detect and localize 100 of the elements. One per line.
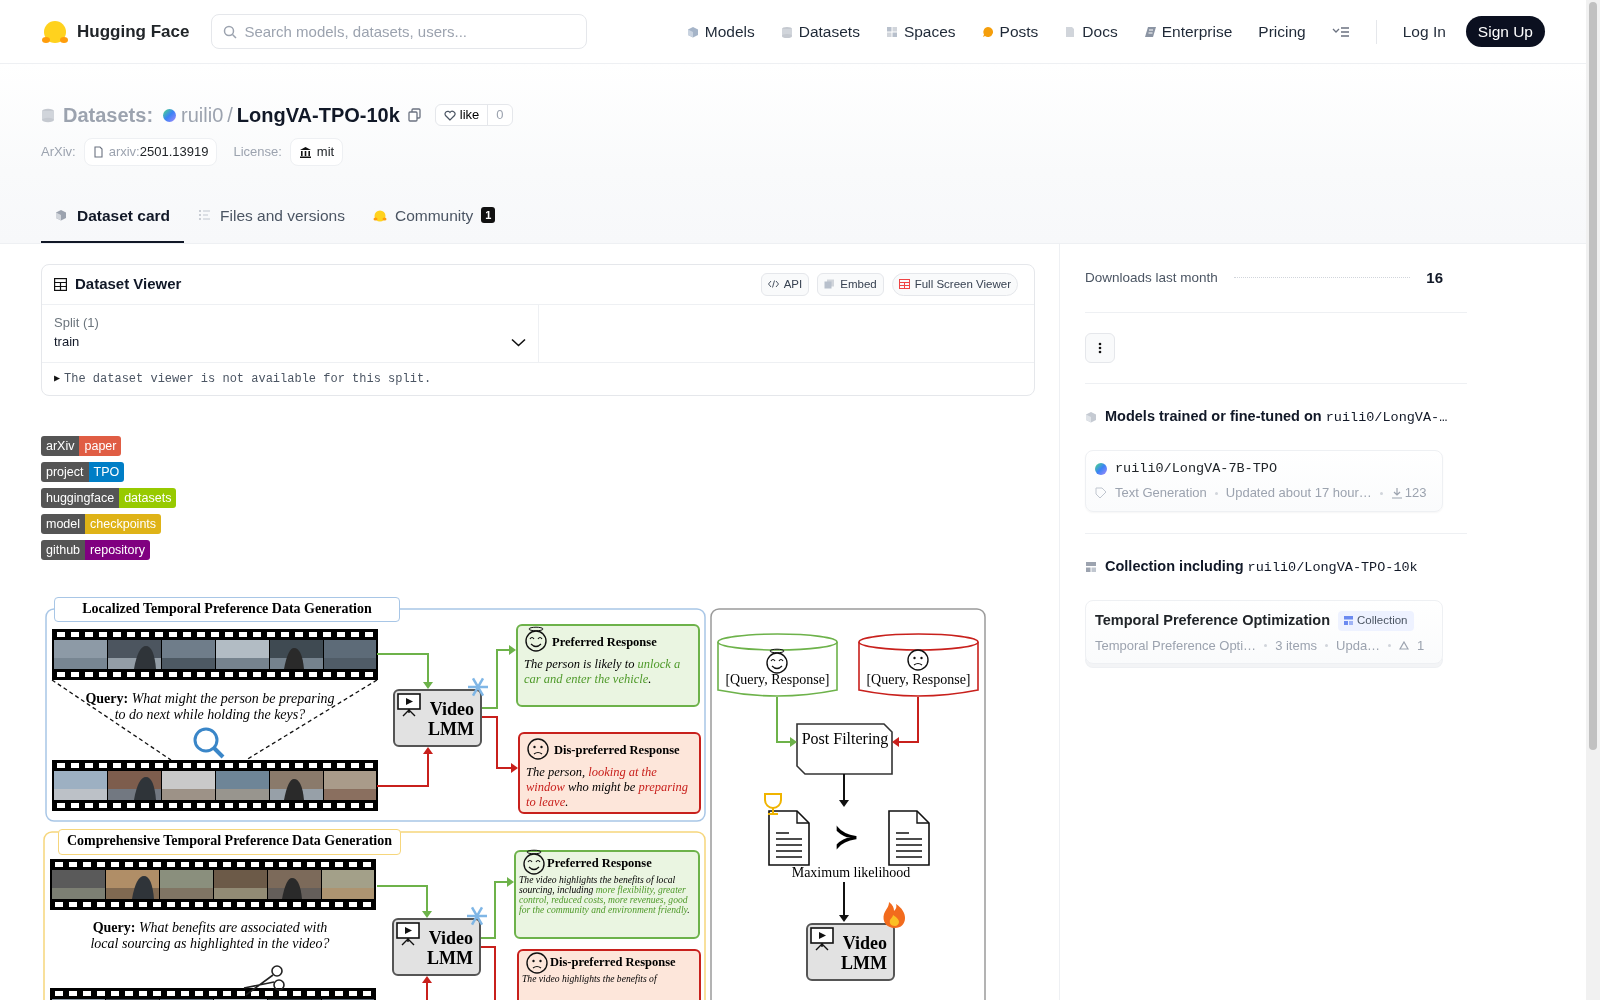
presentation-icon xyxy=(396,921,420,946)
document-icon xyxy=(92,145,104,158)
process-label: Post Filtering xyxy=(801,729,889,749)
avatar-icon xyxy=(163,108,177,122)
presentation-icon xyxy=(397,692,421,717)
list-icon xyxy=(198,208,213,222)
signup-button[interactable]: Sign Up xyxy=(1465,15,1545,48)
viewer-button[interactable]: Embed xyxy=(817,272,884,296)
magnifier-icon xyxy=(193,727,225,759)
upvote-count: 1 xyxy=(1417,636,1425,655)
section-title: Localized Temporal Preference Data Generation xyxy=(54,596,400,622)
arrow xyxy=(376,884,432,918)
downloads-label: Downloads last month xyxy=(1085,268,1218,287)
store-label: [Query, Response] xyxy=(724,672,831,687)
logo-text[interactable]: Hugging Face xyxy=(77,18,190,45)
nav-link[interactable]: Spaces xyxy=(885,19,956,44)
model-name: ruili0/LongVA-7B-TPO xyxy=(1115,460,1278,478)
section-heading: Collection including ruili0/LongVA-TPO-10k xyxy=(1105,556,1418,577)
tab[interactable]: Community 1 xyxy=(358,193,510,243)
scrollbar[interactable] xyxy=(1586,0,1600,1000)
fire-icon xyxy=(883,901,905,928)
snowflake-icon xyxy=(467,906,487,926)
copy-icon xyxy=(824,279,836,290)
collection-badge: Collection xyxy=(1338,611,1414,631)
nav-link[interactable]: Pricing xyxy=(1258,19,1306,44)
document-icon xyxy=(768,809,810,866)
arrow xyxy=(839,880,849,922)
search-field[interactable]: Search models, datasets, users... xyxy=(211,14,588,49)
like-button[interactable]: like 0 xyxy=(434,104,513,126)
repo-name[interactable]: LongVA-TPO-10k xyxy=(236,100,400,130)
smiley-icon xyxy=(766,648,788,674)
arxiv-label: ArXiv: xyxy=(41,143,76,161)
model-box: Video LMM xyxy=(393,688,482,747)
tag-icon xyxy=(1095,487,1107,499)
arxiv-tag[interactable]: arxiv:2501.13919 xyxy=(83,138,218,166)
response-title: Dis-preferred Response xyxy=(554,742,680,760)
scissors-icon xyxy=(243,964,285,996)
arrow xyxy=(376,746,433,787)
viewer-button[interactable]: Full Screen Viewer xyxy=(891,272,1018,296)
snowflake-icon xyxy=(468,677,488,697)
trophy-icon xyxy=(764,792,782,815)
license-label: License: xyxy=(233,143,282,161)
viewer-title: Dataset Viewer xyxy=(75,274,182,294)
model-box: Video LMM xyxy=(392,917,481,976)
database-icon xyxy=(41,107,55,123)
table-icon xyxy=(898,279,910,290)
response-title: Preferred Response xyxy=(547,855,652,873)
repo-type-label: Datasets: xyxy=(63,103,154,128)
smiley-icon xyxy=(523,849,545,875)
collection-icon xyxy=(1344,616,1353,626)
worried-face-icon xyxy=(526,952,548,974)
document-icon xyxy=(1064,25,1077,38)
avatar-icon xyxy=(1095,463,1107,476)
license-tag[interactable]: mit xyxy=(289,138,344,166)
nav-link[interactable]: Enterprise xyxy=(1143,19,1233,44)
tab[interactable]: Files and versions xyxy=(184,193,359,243)
model-card[interactable]: ruili0/LongVA-7B-TPO Text Generation Updated about 17 hour… 123 xyxy=(1085,450,1443,512)
copy-icon xyxy=(407,108,421,122)
response-text: The person, looking at the window who might be preparing to leave. xyxy=(526,764,690,810)
path-separator: / xyxy=(227,103,233,128)
heart-icon xyxy=(443,109,456,121)
response-text: The person is likely to unlock a car and enter the vehicle. xyxy=(524,656,682,687)
nav-link[interactable]: Models xyxy=(686,19,755,44)
badge-icon xyxy=(1143,25,1156,38)
items-count: 3 items xyxy=(1275,636,1318,655)
viewer-button[interactable]: API xyxy=(760,272,810,296)
cube-icon xyxy=(686,25,699,38)
arrow xyxy=(892,695,919,747)
nav-link[interactable]: Posts xyxy=(981,19,1039,44)
store-label: [Query, Response] xyxy=(865,672,972,687)
collection-icon xyxy=(1085,560,1097,573)
cube-icon xyxy=(1085,410,1097,423)
nav-link[interactable]: Docs xyxy=(1064,19,1118,44)
cube-icon xyxy=(55,208,69,222)
collection-description: Temporal Preference Opti… xyxy=(1095,636,1257,655)
more-options-button[interactable] xyxy=(1085,332,1115,363)
section-heading: Models trained or fine-tuned on ruili0/LongVA-… xyxy=(1105,406,1448,427)
emoji-icon xyxy=(372,208,387,222)
response-text: The video highlights the benefits of xyxy=(522,973,659,984)
notice-text: The dataset viewer is not available for this split. xyxy=(64,370,432,388)
tab[interactable]: Dataset card xyxy=(41,193,185,243)
downloads-count: 16 xyxy=(1426,267,1443,288)
more-icon xyxy=(1098,341,1102,354)
arrow xyxy=(422,975,432,1000)
database-icon xyxy=(780,25,793,38)
expand-toggle[interactable]: ▶ xyxy=(54,371,61,387)
nav-link[interactable]: Datasets xyxy=(780,19,860,44)
split-select[interactable]: Split (1) train xyxy=(42,304,539,362)
arrow xyxy=(839,772,849,807)
upvote-icon xyxy=(1399,641,1410,650)
grid-icon xyxy=(885,25,898,38)
code-icon xyxy=(767,279,779,290)
collection-card[interactable]: Temporal Preference Optimization Collection Temporal Preference Opti… 3 items Upda… 1 xyxy=(1085,600,1443,665)
login-link[interactable]: Log In xyxy=(1402,19,1446,44)
relation-symbol: ≻ xyxy=(832,821,860,852)
updated-label: Updated about 17 hour… xyxy=(1225,484,1372,503)
download-icon xyxy=(1390,487,1403,499)
response-title: Dis-preferred Response xyxy=(550,954,676,972)
query-text: Query: What benefits are associated with local sourcing as highlighted in the video? xyxy=(89,919,331,952)
table-icon xyxy=(54,277,67,291)
